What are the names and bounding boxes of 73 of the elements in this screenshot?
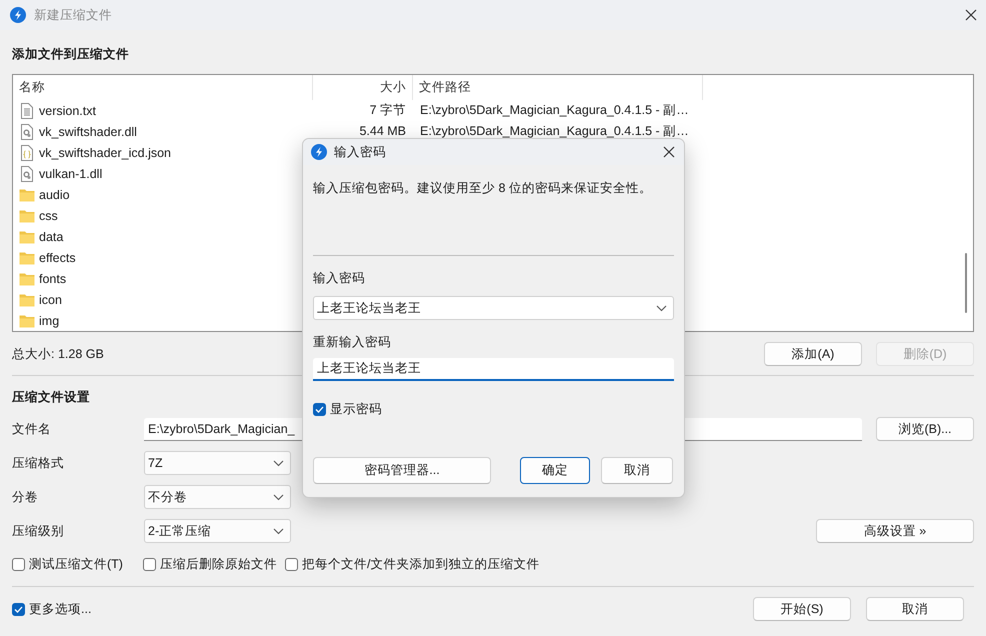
checkbox[interactable] xyxy=(313,402,326,416)
password-confirm-field[interactable]: 上老王论坛当老王 xyxy=(313,358,674,381)
folder-icon xyxy=(19,208,35,224)
field-label: 输入密码 xyxy=(313,270,365,287)
total-size: 总大小: 1.28 GB xyxy=(12,346,104,362)
dropdown[interactable]: 7Z xyxy=(144,451,291,475)
file-path: E:\zybro\5Dark_Magician_Kagura_0.4.1.5 - 副… xyxy=(420,124,689,138)
json-file-icon xyxy=(19,144,35,160)
file-name[interactable]: css xyxy=(39,208,58,222)
checkbox[interactable] xyxy=(285,558,298,570)
file-size: 5.44 MB xyxy=(359,124,406,138)
advanced-button[interactable]: 高级设置 » xyxy=(816,519,974,543)
file-name[interactable]: audio xyxy=(39,188,70,202)
gear-file-icon xyxy=(19,166,35,182)
close-icon xyxy=(964,8,978,22)
section-heading: 压缩文件设置 xyxy=(12,389,90,406)
folder-icon xyxy=(19,312,35,328)
checkbox[interactable] xyxy=(143,558,156,570)
folder-icon xyxy=(19,292,35,308)
field-label: 压缩级别 xyxy=(12,522,65,540)
ok-button[interactable]: 确定 xyxy=(520,457,590,484)
file-name[interactable]: fonts xyxy=(39,272,66,286)
browse-button[interactable]: 浏览(B)... xyxy=(876,417,974,441)
section-heading: 添加文件到压缩文件 xyxy=(12,46,129,63)
cancel-button[interactable]: 取消 xyxy=(601,457,673,484)
window-title: 新建压缩文件 xyxy=(34,6,113,24)
folder-icon xyxy=(19,228,35,244)
gear-file-icon xyxy=(19,124,35,140)
checkbox-label: 压缩后删除原始文件 xyxy=(160,556,277,572)
checkbox-label: 显示密码 xyxy=(330,400,382,418)
start-button[interactable]: 开始(S) xyxy=(753,597,851,621)
field-label: 分卷 xyxy=(12,488,39,506)
file-name[interactable]: vk_swiftshader_icd.json xyxy=(39,146,172,160)
password-field[interactable]: 上老王论坛当老王 xyxy=(313,296,674,320)
column-header[interactable]: 文件路径 xyxy=(413,75,703,100)
checkbox-label: 更多选项... xyxy=(29,600,92,618)
password-manager-button[interactable]: 密码管理器... xyxy=(313,457,491,484)
app-icon xyxy=(10,7,26,23)
file-name[interactable]: vk_swiftshader.dll xyxy=(39,124,137,138)
checkbox-label: 测试压缩文件(T) xyxy=(29,556,123,572)
description-text: 输入压缩包密码。建议使用至少 8 位的密码来保证安全性。 xyxy=(313,180,653,197)
app-icon xyxy=(311,144,327,160)
column-header[interactable]: 名称 xyxy=(13,75,313,100)
text-file-icon xyxy=(19,102,35,118)
scrollbar-thumb[interactable] xyxy=(965,253,967,313)
add-button[interactable]: 添加(A) xyxy=(764,342,862,366)
folder-icon xyxy=(19,250,35,266)
chevron-down-icon xyxy=(656,304,667,312)
file-name[interactable]: icon xyxy=(39,292,62,306)
folder-icon xyxy=(19,270,35,286)
field-label: 文件名 xyxy=(12,420,52,438)
file-name[interactable]: img xyxy=(39,314,60,328)
file-name[interactable]: vulkan-1.dll xyxy=(39,166,102,180)
folder-icon xyxy=(19,186,35,202)
file-size: 7 字节 xyxy=(370,103,406,117)
file-path: E:\zybro\5Dark_Magician_Kagura_0.4.1.5 - 副… xyxy=(420,103,689,117)
column-header[interactable]: 大小 xyxy=(313,75,413,100)
chevron-down-icon xyxy=(273,528,284,534)
checkbox[interactable] xyxy=(12,602,25,616)
cancel-button[interactable]: 取消 xyxy=(866,597,964,621)
chevron-down-icon xyxy=(273,494,284,500)
file-name[interactable]: effects xyxy=(39,250,76,264)
chevron-down-icon xyxy=(273,460,284,466)
field-label: 重新输入密码 xyxy=(313,334,391,351)
checkbox[interactable] xyxy=(12,558,25,570)
checkbox-label: 把每个文件/文件夹添加到独立的压缩文件 xyxy=(302,556,540,572)
dropdown[interactable]: 2-正常压缩 xyxy=(144,519,291,543)
dialog-title: 输入密码 xyxy=(334,144,387,160)
dropdown[interactable]: 不分卷 xyxy=(144,485,291,509)
field-label: 压缩格式 xyxy=(12,454,65,472)
file-name[interactable]: data xyxy=(39,230,64,244)
file-name[interactable]: version.txt xyxy=(39,104,96,118)
close-icon xyxy=(662,145,676,159)
